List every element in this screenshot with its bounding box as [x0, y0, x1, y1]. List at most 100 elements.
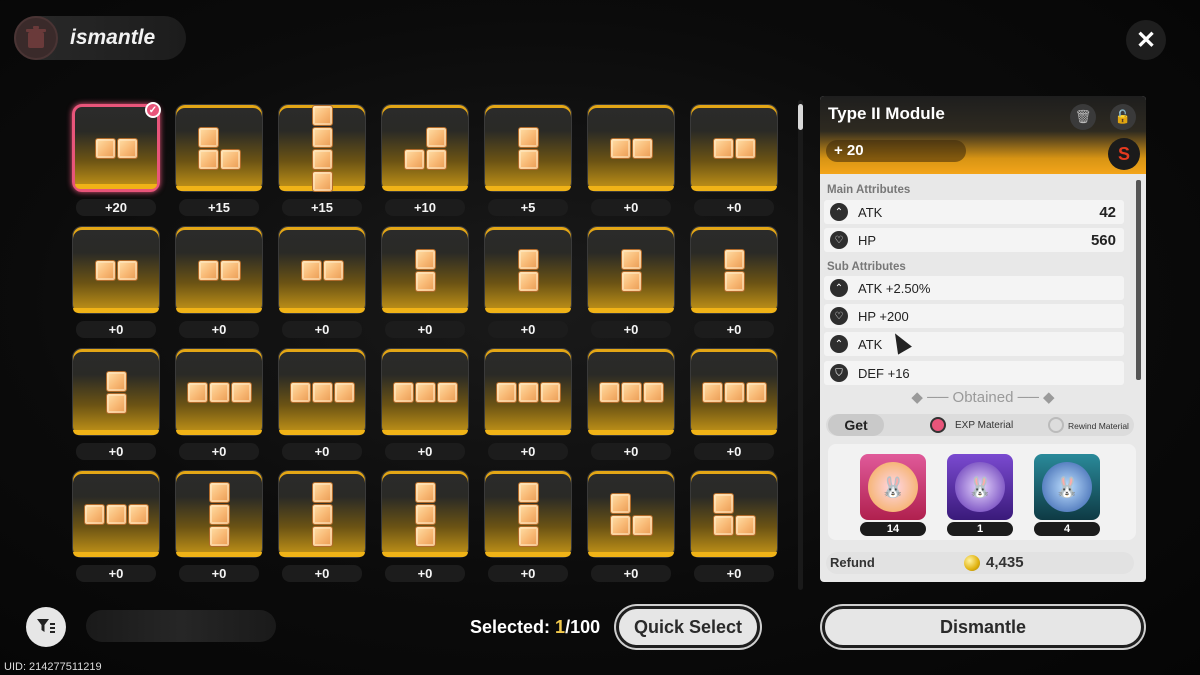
module-card[interactable]	[484, 470, 572, 558]
module-shape-icon	[701, 381, 767, 403]
exp-material-item[interactable]: 🐰	[1034, 454, 1100, 520]
module-card[interactable]	[278, 226, 366, 314]
module-shape-icon	[392, 381, 458, 403]
module-card[interactable]	[175, 226, 263, 314]
module-shape-icon	[105, 370, 127, 414]
module-card[interactable]	[587, 226, 675, 314]
module-cell[interactable]: +0	[484, 470, 572, 582]
module-cell[interactable]: +0	[72, 470, 160, 582]
filter-button[interactable]	[26, 607, 66, 647]
module-card[interactable]	[587, 348, 675, 436]
exp-material-item[interactable]: 🐰	[947, 454, 1013, 520]
module-card[interactable]	[72, 348, 160, 436]
detail-title: Type II Module	[828, 104, 945, 123]
module-card[interactable]	[381, 104, 469, 192]
module-cell[interactable]: +0	[278, 348, 366, 460]
module-shape-icon	[208, 481, 230, 547]
module-card[interactable]	[278, 470, 366, 558]
module-card[interactable]	[484, 348, 572, 436]
module-card[interactable]	[587, 104, 675, 192]
module-shape-icon	[94, 137, 138, 159]
module-cell[interactable]: +15	[175, 104, 263, 216]
module-card[interactable]: ✓	[72, 102, 161, 192]
module-cell[interactable]: +0	[690, 104, 778, 216]
module-cell[interactable]: +10	[381, 104, 469, 216]
module-card[interactable]	[381, 470, 469, 558]
grid-scrollbar-track[interactable]	[798, 100, 803, 590]
module-cell[interactable]: +5	[484, 104, 572, 216]
module-cell[interactable]: +0	[381, 226, 469, 338]
selected-counter: Selected: 1/100	[470, 617, 601, 637]
dismantle-button[interactable]: Dismantle	[822, 606, 1144, 648]
module-cell[interactable]: +0	[278, 226, 366, 338]
module-cell[interactable]: +0	[690, 470, 778, 582]
module-card[interactable]	[175, 470, 263, 558]
module-cell[interactable]: +0	[175, 226, 263, 338]
module-shape-icon	[311, 104, 333, 192]
quick-select-button[interactable]: Quick Select	[616, 606, 760, 648]
atk-icon: ⌃	[830, 335, 848, 353]
module-card[interactable]	[690, 348, 778, 436]
module-cell[interactable]: +0	[175, 470, 263, 582]
module-card[interactable]	[72, 470, 160, 558]
module-card[interactable]	[690, 470, 778, 558]
module-cell[interactable]: +0	[72, 226, 160, 338]
grid-scrollbar-thumb[interactable]	[798, 104, 803, 130]
module-card[interactable]	[690, 226, 778, 314]
module-detail-panel: Type II Module 🗑 🔓 + 20 S Main Attribute…	[820, 96, 1146, 582]
uid-label: UID: 214277511219	[4, 661, 102, 673]
module-card[interactable]	[484, 104, 572, 192]
module-cell[interactable]: +0	[72, 348, 160, 460]
module-card[interactable]	[381, 226, 469, 314]
module-cell[interactable]: +0	[381, 470, 469, 582]
module-cell[interactable]: +0	[484, 226, 572, 338]
module-card[interactable]	[72, 226, 160, 314]
module-cell[interactable]: +0	[381, 348, 469, 460]
lock-icon[interactable]: 🔓	[1110, 104, 1136, 130]
module-level: +0	[282, 565, 362, 582]
module-cell[interactable]: +15	[278, 104, 366, 216]
hp-icon: ♡	[830, 231, 848, 249]
module-shape-icon	[197, 259, 241, 281]
module-level: +0	[179, 321, 259, 338]
module-shape-icon	[517, 481, 539, 547]
module-card[interactable]	[278, 348, 366, 436]
module-card[interactable]	[175, 348, 263, 436]
attr-scrollbar-thumb[interactable]	[1136, 180, 1141, 380]
module-cell[interactable]: +0	[175, 348, 263, 460]
module-card[interactable]	[690, 104, 778, 192]
module-card[interactable]	[484, 226, 572, 314]
detail-level: + 20	[826, 140, 966, 162]
delete-icon[interactable]: 🗑	[1070, 104, 1096, 130]
module-shape-icon	[289, 381, 355, 403]
close-button[interactable]: ✕	[1126, 20, 1166, 60]
blurred-area	[86, 610, 276, 642]
module-cell[interactable]: ✓ +20	[72, 102, 161, 216]
module-grid: ✓ +20 +15 +15 +10 +5 +0 +0 +0 +0 +0 +0 +0 +0 +0 +0 +0 +0 +…	[72, 102, 778, 582]
sub-attr-row: ♡ HP +200	[824, 304, 1124, 328]
module-level: +0	[282, 321, 362, 338]
module-cell[interactable]: +0	[587, 104, 675, 216]
module-card[interactable]	[381, 348, 469, 436]
module-cell[interactable]: +0	[587, 348, 675, 460]
module-cell[interactable]: +0	[484, 348, 572, 460]
module-level: +0	[385, 565, 465, 582]
exp-material-item[interactable]: 🐰	[860, 454, 926, 520]
module-cell[interactable]: +0	[587, 470, 675, 582]
module-card[interactable]	[175, 104, 263, 192]
module-cell[interactable]: +0	[587, 226, 675, 338]
module-level: +0	[488, 321, 568, 338]
module-cell[interactable]: +0	[278, 470, 366, 582]
module-card[interactable]	[278, 104, 366, 192]
module-shape-icon	[620, 248, 642, 292]
module-shape-icon	[94, 259, 138, 281]
module-cell[interactable]: +0	[690, 226, 778, 338]
rewind-material-label: Rewind Material	[1068, 421, 1129, 431]
module-cell[interactable]: +0	[690, 348, 778, 460]
refund-value: 4,435	[986, 554, 1024, 571]
module-shape-icon	[403, 126, 447, 170]
module-card[interactable]	[587, 470, 675, 558]
module-shape-icon	[414, 481, 436, 547]
module-shape-icon	[186, 381, 252, 403]
atk-icon: ⌃	[830, 279, 848, 297]
